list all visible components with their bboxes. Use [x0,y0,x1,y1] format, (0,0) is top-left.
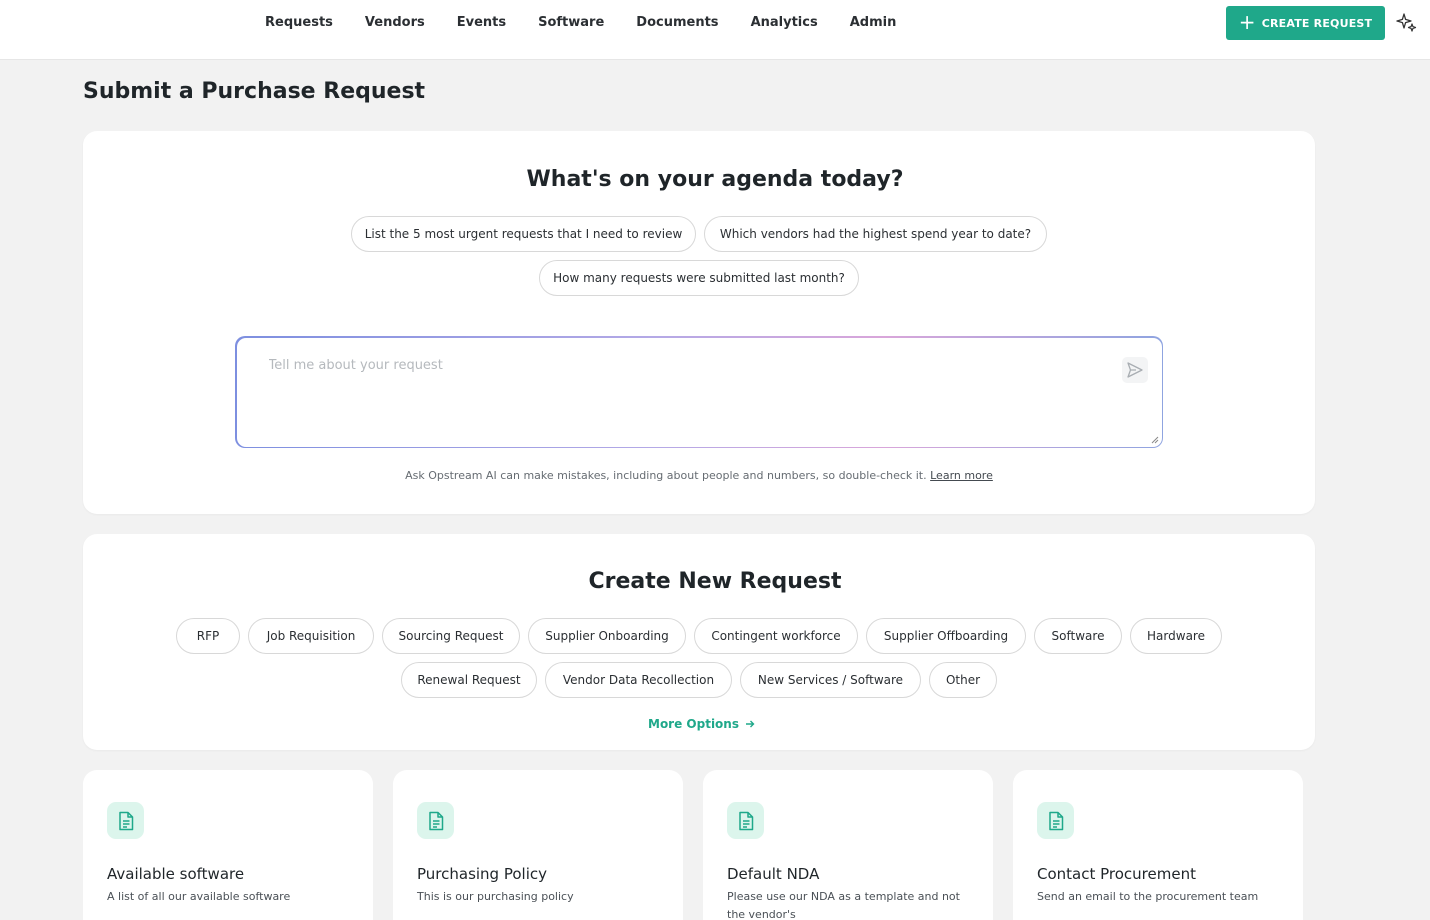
nav-analytics[interactable]: Analytics [751,15,818,30]
document-icon [727,802,764,839]
disclaimer-text: Ask Opstream AI can make mistakes, inclu… [405,469,927,482]
nav-documents[interactable]: Documents [636,15,718,30]
request-prompt-input[interactable] [268,357,1089,373]
send-icon [1126,361,1143,378]
resource-description: Send an email to the procurement team [1037,890,1259,903]
main-nav: Requests Vendors Events Software Documen… [265,0,896,44]
request-type-renewal[interactable]: Renewal Request [401,662,537,698]
request-type-job-requisition[interactable]: Job Requisition [248,618,374,654]
resource-description: Please use our NDA as a template and not… [727,890,960,920]
request-type-supplier-offboarding[interactable]: Supplier Offboarding [866,618,1026,654]
agenda-heading: What's on your agenda today? [526,167,904,192]
nav-requests[interactable]: Requests [265,15,333,30]
resource-description: A list of all our available software [107,890,291,903]
resize-handle-icon[interactable] [1151,436,1159,444]
resource-card-default-nda[interactable]: Default NDA Please use our NDA as a temp… [703,770,993,920]
request-type-vendor-data-recollection[interactable]: Vendor Data Recollection [545,662,732,698]
resource-description: This is our purchasing policy [417,890,574,903]
resource-card-contact-procurement[interactable]: Contact Procurement Send an email to the… [1013,770,1303,920]
resource-card-purchasing-policy[interactable]: Purchasing Policy This is our purchasing… [393,770,683,920]
sparkle-icon[interactable] [1396,12,1418,34]
resource-title: Purchasing Policy [417,865,547,883]
suggestion-chip-vendor-spend[interactable]: Which vendors had the highest spend year… [704,216,1047,252]
nav-events[interactable]: Events [457,15,506,30]
nav-software[interactable]: Software [538,15,604,30]
request-type-contingent-workforce[interactable]: Contingent workforce [694,618,858,654]
suggestion-chip-urgent-requests[interactable]: List the 5 most urgent requests that I n… [351,216,696,252]
more-options-link[interactable]: More Options [648,717,755,731]
request-type-other[interactable]: Other [929,662,997,698]
resource-title: Available software [107,865,245,883]
request-type-hardware[interactable]: Hardware [1130,618,1222,654]
arrow-right-icon [746,720,755,728]
resource-title: Contact Procurement [1037,865,1196,883]
more-options-label: More Options [648,717,739,731]
document-icon [107,802,144,839]
nav-admin[interactable]: Admin [850,15,897,30]
suggestion-chip-requests-last-month[interactable]: How many requests were submitted last mo… [539,260,859,296]
request-type-rfp[interactable]: RFP [176,618,240,654]
request-type-software[interactable]: Software [1034,618,1122,654]
document-icon [1037,802,1074,839]
request-type-supplier-onboarding[interactable]: Supplier Onboarding [528,618,686,654]
top-navigation-bar: Requests Vendors Events Software Documen… [0,0,1430,60]
request-prompt-box [235,336,1163,448]
ai-disclaimer: Ask Opstream AI can make mistakes, inclu… [0,469,1398,482]
create-request-label: CREATE REQUEST [1261,16,1373,30]
create-request-button[interactable]: + CREATE REQUEST [1226,6,1385,40]
learn-more-link[interactable]: Learn more [930,469,993,482]
resource-title: Default NDA [727,865,820,883]
request-prompt-inner [236,337,1162,447]
page-title: Submit a Purchase Request [83,79,426,104]
request-type-sourcing[interactable]: Sourcing Request [382,618,520,654]
document-icon [417,802,454,839]
send-button[interactable] [1121,356,1148,383]
nav-vendors[interactable]: Vendors [365,15,425,30]
resource-card-available-software[interactable]: Available software A list of all our ava… [83,770,373,920]
request-type-new-services-software[interactable]: New Services / Software [740,662,921,698]
create-request-heading: Create New Request [588,569,842,594]
plus-icon: + [1238,10,1256,34]
